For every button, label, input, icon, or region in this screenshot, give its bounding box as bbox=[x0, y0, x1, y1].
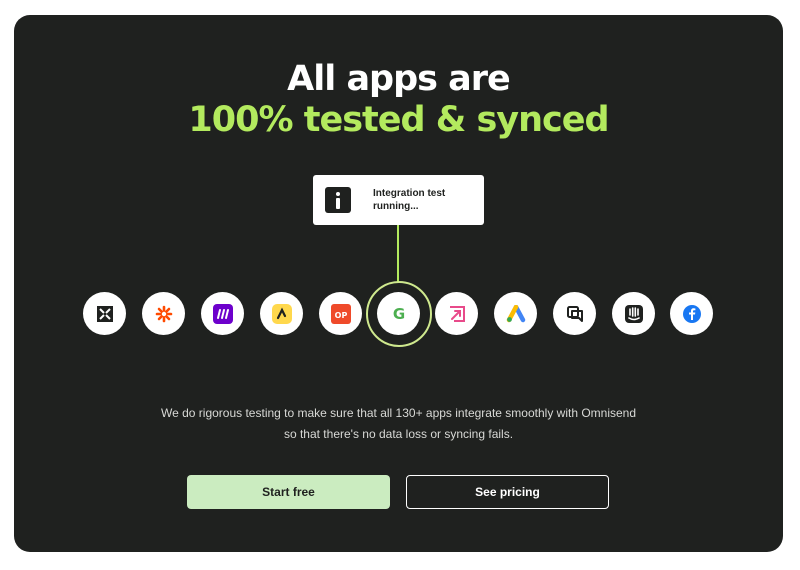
connector-line bbox=[397, 225, 399, 283]
description-line-2: so that there's no data loss or syncing … bbox=[283, 427, 514, 441]
start-free-button[interactable]: Start free bbox=[187, 475, 390, 509]
integration-logo-icon bbox=[325, 187, 351, 213]
description: We do rigorous testing to make sure that… bbox=[14, 403, 783, 445]
svg-text:G: G bbox=[392, 305, 404, 323]
app-icon-arrow[interactable] bbox=[435, 292, 478, 335]
toast-text: Integration test running... bbox=[373, 188, 446, 212]
app-icon-make[interactable] bbox=[201, 292, 244, 335]
app-icon-intercom[interactable] bbox=[612, 292, 655, 335]
promo-card: All apps are 100% tested & synced Integr… bbox=[14, 15, 783, 552]
see-pricing-button[interactable]: See pricing bbox=[406, 475, 609, 509]
app-icon-op[interactable]: OP bbox=[319, 292, 362, 335]
description-line-1: We do rigorous testing to make sure that… bbox=[160, 406, 637, 420]
app-icon-g[interactable]: G bbox=[377, 292, 420, 335]
headline-line-2: 100% tested & synced bbox=[188, 100, 609, 140]
integration-toast: Integration test running... bbox=[313, 175, 484, 225]
app-icon-1[interactable] bbox=[83, 292, 126, 335]
app-icon-google-ads[interactable] bbox=[494, 292, 537, 335]
app-icon-yellow[interactable] bbox=[260, 292, 303, 335]
svg-text:OP: OP bbox=[334, 311, 347, 320]
headline-line-1: All apps are bbox=[287, 59, 511, 99]
app-icon-zapier[interactable] bbox=[142, 292, 185, 335]
app-icon-chat[interactable] bbox=[553, 292, 596, 335]
app-icon-facebook[interactable] bbox=[670, 292, 713, 335]
